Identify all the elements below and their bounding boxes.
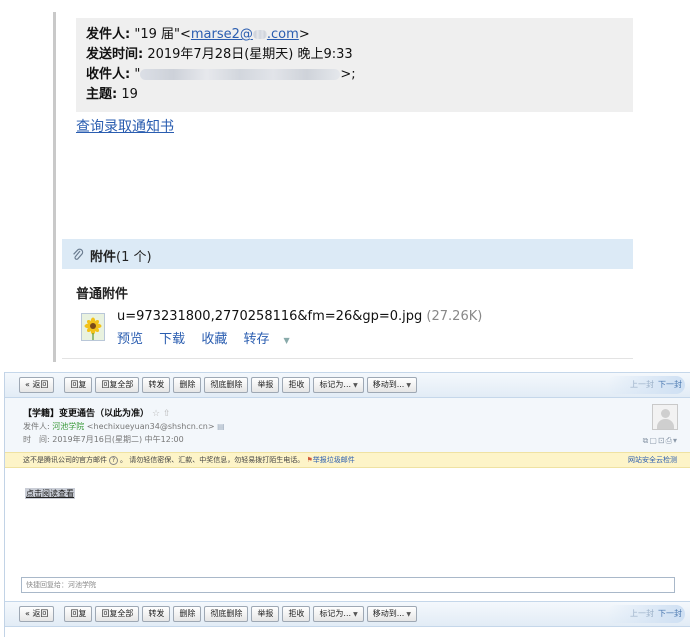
reply-button[interactable]: 回复 bbox=[64, 377, 93, 393]
preview-link[interactable]: 预览 bbox=[117, 332, 143, 347]
reply-button[interactable]: 回复 bbox=[64, 606, 93, 622]
back-button[interactable]: « 返回 bbox=[19, 377, 55, 393]
forward-header-box: 发件人: "19 届"<marse2@ .com> 发送时间: 2019年7月28… bbox=[76, 18, 633, 112]
subject-line: 主题: 19 bbox=[86, 86, 138, 104]
normal-attachment-label: 普通附件 bbox=[76, 287, 129, 302]
click-to-read-link[interactable]: 点击阅读查看 bbox=[25, 488, 75, 499]
help-icon[interactable]: ? bbox=[109, 456, 118, 465]
top-toolbar: « 返回 回复 回复全部 转发 删除 彻底删除 举报 拒收 标记为... ▼ 移动… bbox=[5, 372, 690, 398]
from-label: 发件人: bbox=[86, 27, 131, 42]
mail-navigation: 上一封 下一封 bbox=[607, 376, 685, 394]
chevron-down-icon: ▼ bbox=[406, 382, 411, 389]
attachment-title: 附件(1 个) bbox=[90, 250, 152, 265]
reply-all-button[interactable]: 回复全部 bbox=[95, 606, 140, 622]
paperclip-icon bbox=[73, 248, 84, 260]
sent-value: 2019年7月28日(星期天) 晚上9:33 bbox=[143, 47, 353, 62]
notice-rest: 。 请勿轻信密保、汇款、中奖信息，勿轻易拨打陌生电话。 bbox=[120, 456, 305, 464]
sunflower-thumbnail-icon[interactable] bbox=[81, 313, 105, 341]
contact-card-icon[interactable]: ▤ bbox=[217, 422, 225, 431]
sender-line: 发件人: 河池学院 <hechixueyuan34@shshcn.cn> ▤ bbox=[23, 422, 225, 431]
mail-header: 【学籍】变更通告（以此为准） ☆ ⇧ 发件人: 河池学院 <hechixueyua… bbox=[5, 398, 690, 454]
forward-button[interactable]: 转发 bbox=[142, 606, 171, 622]
subject-value: 19 bbox=[117, 87, 138, 102]
permanent-delete-button[interactable]: 彻底删除 bbox=[204, 377, 249, 393]
report-button[interactable]: 举报 bbox=[251, 606, 280, 622]
quick-reply-input[interactable]: 快捷回复给：河池学院 bbox=[21, 577, 675, 593]
sender-name[interactable]: 河池学院 bbox=[52, 422, 84, 431]
mail-subject: 【学籍】变更通告（以此为准） ☆ ⇧ bbox=[23, 409, 171, 419]
sent-time-line: 发送时间: 2019年7月28日(星期天) 晚上9:33 bbox=[86, 46, 353, 64]
attachment-actions: 预览 下载 收藏 转存 ▼ bbox=[117, 328, 314, 347]
from-name: "19 届"< bbox=[130, 27, 191, 42]
mark-as-dropdown[interactable]: 标记为... ▼ bbox=[313, 606, 364, 622]
security-check-link[interactable]: 网站安全云检测 bbox=[628, 453, 677, 467]
chevron-down-icon: ▼ bbox=[353, 382, 358, 389]
move-to-dropdown[interactable]: 移动到... ▼ bbox=[366, 606, 417, 622]
security-notice: 这不是腾讯公司的官方邮件?。 请勿轻信密保、汇款、中奖信息，勿轻易拨打陌生电话。… bbox=[5, 452, 690, 468]
prev-mail-link[interactable]: 上一封 bbox=[630, 609, 654, 618]
qq-mail-reader: « 返回 回复 回复全部 转发 删除 彻底删除 举报 拒收 标记为... ▼ 移动… bbox=[4, 372, 690, 637]
chevron-down-icon: ▼ bbox=[283, 336, 290, 345]
favorite-link[interactable]: 收藏 bbox=[201, 332, 227, 347]
mark-as-dropdown[interactable]: 标记为... ▼ bbox=[313, 377, 364, 393]
forwarded-mail-panel: 发件人: "19 届"<marse2@ .com> 发送时间: 2019年7月28… bbox=[0, 0, 690, 362]
chevron-down-icon: ▼ bbox=[353, 611, 358, 618]
avatar[interactable] bbox=[652, 404, 678, 430]
sender-email: <hechixueyuan34@shshcn.cn> bbox=[84, 422, 218, 431]
delete-button[interactable]: 删除 bbox=[173, 606, 202, 622]
download-link[interactable]: 下载 bbox=[159, 332, 185, 347]
attachment-header: 附件(1 个) bbox=[62, 239, 633, 269]
mail-time: 2019年7月16日(星期二) 中午12:00 bbox=[52, 435, 184, 444]
time-line: 时 间: 2019年7月16日(星期二) 中午12:00 bbox=[23, 435, 184, 444]
from-email-link[interactable]: marse2@ .com bbox=[191, 27, 299, 42]
prev-mail-link[interactable]: 上一封 bbox=[630, 380, 654, 389]
to-label: 收件人: bbox=[86, 67, 131, 82]
attachment-body: 普通附件 u=973231800,2770258116&fm=26&gp=0.j… bbox=[62, 269, 633, 359]
sent-label: 发送时间: bbox=[86, 47, 144, 62]
recipient-line: 收件人: " >; bbox=[86, 67, 356, 82]
next-mail-link[interactable]: 下一封 bbox=[658, 609, 682, 618]
report-spam-link[interactable]: 举报垃圾邮件 bbox=[313, 456, 355, 464]
permanent-delete-button[interactable]: 彻底删除 bbox=[204, 606, 249, 622]
delete-button[interactable]: 删除 bbox=[173, 377, 202, 393]
from-line: 发件人: "19 届"<marse2@ .com> bbox=[86, 27, 310, 42]
reject-button[interactable]: 拒收 bbox=[282, 606, 311, 622]
next-mail-link[interactable]: 下一封 bbox=[658, 380, 682, 389]
bottom-toolbar: « 返回 回复 回复全部 转发 删除 彻底删除 举报 拒收 标记为... ▼ 移动… bbox=[5, 601, 690, 627]
move-to-dropdown[interactable]: 移动到... ▼ bbox=[366, 377, 417, 393]
attachment-filename: u=973231800,2770258116&fm=26&gp=0.jpg (2… bbox=[117, 309, 483, 324]
attachment-size: (27.26K) bbox=[426, 309, 483, 324]
chevron-down-icon: ▼ bbox=[406, 611, 411, 618]
back-button[interactable]: « 返回 bbox=[19, 606, 55, 622]
reject-button[interactable]: 拒收 bbox=[282, 377, 311, 393]
mail-tool-icons[interactable]: ⧉▢⊡⎙▾ bbox=[643, 436, 678, 446]
notice-text: 这不是腾讯公司的官方邮件 bbox=[23, 456, 107, 464]
report-button[interactable]: 举报 bbox=[251, 377, 280, 393]
save-to-link[interactable]: 转存 ▼ bbox=[243, 332, 301, 347]
redacted-recipient bbox=[140, 69, 341, 80]
star-icon[interactable]: ☆ ⇧ bbox=[152, 409, 170, 419]
reply-all-button[interactable]: 回复全部 bbox=[95, 377, 140, 393]
subject-label: 主题: bbox=[86, 87, 118, 102]
quote-divider bbox=[53, 12, 56, 362]
query-admission-link[interactable]: 查询录取通知书 bbox=[76, 116, 174, 136]
mail-navigation: 上一封 下一封 bbox=[607, 605, 685, 623]
forward-button[interactable]: 转发 bbox=[142, 377, 171, 393]
